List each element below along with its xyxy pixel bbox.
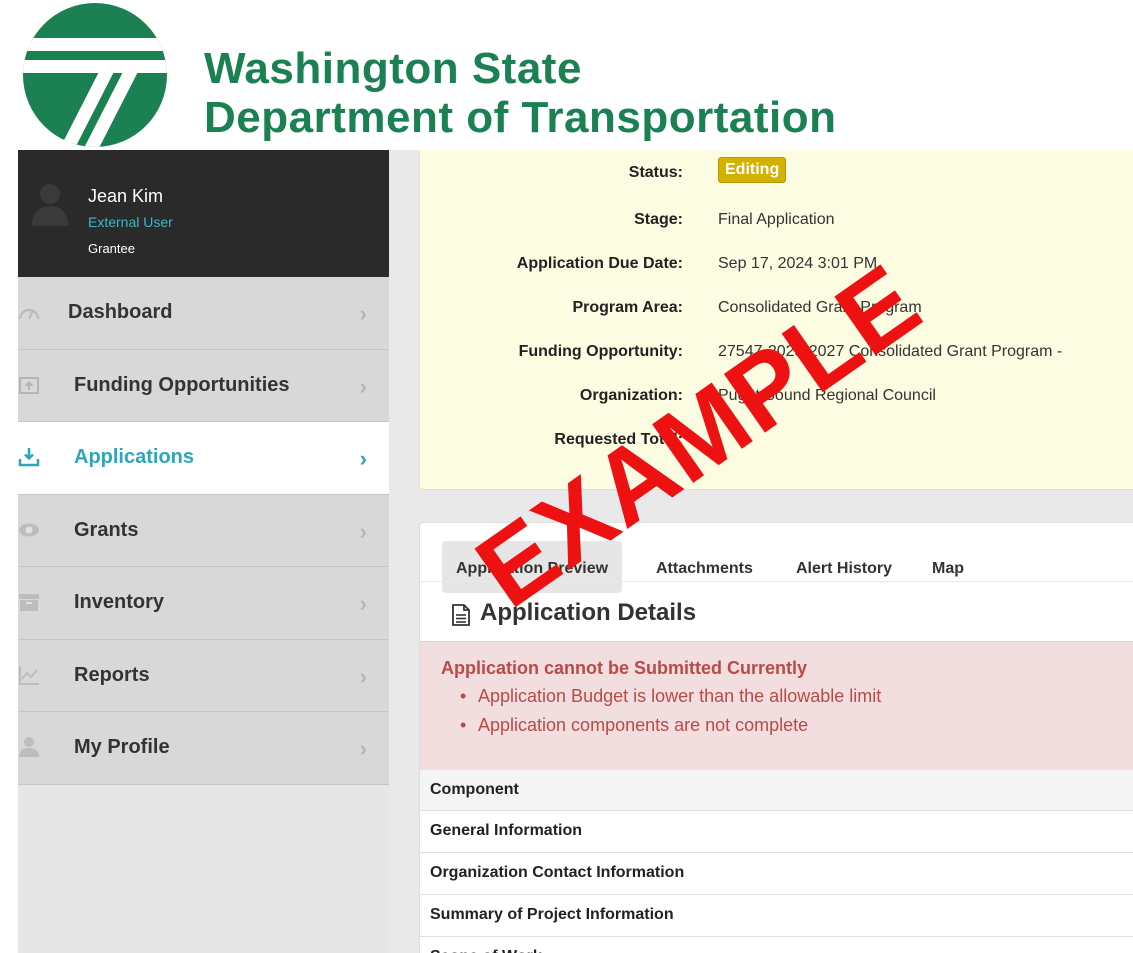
eye-icon [19, 523, 39, 536]
chevron-right-icon: › [359, 373, 367, 399]
chevron-right-icon: › [359, 518, 367, 544]
column-header-component: Component [430, 781, 519, 798]
sidebar-item-label: Reports [74, 663, 150, 686]
alert-item: Application components are not complete [460, 715, 881, 744]
table-header: Component [420, 769, 1133, 811]
download-tray-icon [18, 448, 40, 467]
user-icon [19, 737, 39, 757]
chevron-right-icon: › [359, 591, 367, 616]
table-row[interactable]: Organization Contact Information [420, 853, 1133, 895]
chevron-right-icon: › [359, 736, 367, 761]
organization-label: Organization: [579, 387, 683, 404]
user-type: Grantee [88, 241, 135, 256]
stage-label: Stage: [634, 211, 683, 228]
component-name: Summary of Project Information [430, 906, 674, 923]
alert-item: Application Budget is lower than the all… [460, 686, 881, 715]
table-row[interactable]: Scope of Work [420, 937, 1133, 953]
sidebar: Jean Kim External User Grantee Dashboard… [18, 150, 389, 953]
sidebar-nav: Dashboard › Funding Opportunities › Appl… [18, 277, 389, 785]
sidebar-item-label: Applications [74, 446, 195, 468]
funding-opportunity-label: Funding Opportunity: [518, 343, 683, 360]
sidebar-item-label: My Profile [74, 736, 170, 758]
component-table: Component General Information Organizati… [420, 769, 1133, 953]
chevron-right-icon: › [359, 446, 367, 471]
tab-map[interactable]: Map [932, 541, 964, 593]
summary-row-stage: Stage: Final Application [420, 211, 1133, 233]
table-row[interactable]: Summary of Project Information [420, 895, 1133, 937]
sidebar-item-funding-opportunities[interactable]: Funding Opportunities › [18, 349, 389, 422]
archive-icon [19, 594, 39, 611]
sidebar-item-label: Grants [74, 518, 139, 541]
user-name[interactable]: Jean Kim [88, 186, 163, 207]
sidebar-item-reports[interactable]: Reports › [18, 639, 389, 712]
site-header: Washington State Department of Transport… [0, 0, 1133, 150]
logo-title-line2: Department of Transportation [204, 93, 837, 142]
due-date-label: Application Due Date: [516, 255, 683, 272]
avatar-icon [32, 184, 68, 226]
logo-title-line1: Washington State [204, 44, 582, 93]
sidebar-item-my-profile[interactable]: My Profile › [18, 712, 389, 785]
program-area-label: Program Area: [572, 299, 683, 316]
user-role: External User [88, 214, 173, 230]
tab-attachments[interactable]: Attachments [656, 541, 753, 593]
sidebar-item-inventory[interactable]: Inventory › [18, 567, 389, 640]
tab-alert-history[interactable]: Alert History [796, 541, 892, 593]
status-badge: Editing [718, 157, 787, 183]
component-name: Organization Contact Information [430, 864, 685, 881]
status-label: Status: [628, 164, 683, 181]
chevron-right-icon: › [359, 663, 367, 689]
sidebar-item-applications[interactable]: Applications › [18, 422, 389, 495]
line-chart-icon [19, 665, 39, 685]
summary-row-due-date: Application Due Date: Sep 17, 2024 3:01 … [420, 255, 1133, 277]
sidebar-item-grants[interactable]: Grants › [18, 494, 389, 567]
alert-list: Application Budget is lower than the all… [460, 686, 881, 744]
wsdot-logo-icon [23, 3, 167, 147]
sidebar-item-label: Dashboard [68, 301, 173, 323]
sidebar-item-label: Inventory [74, 591, 165, 613]
upload-tray-icon [19, 376, 39, 394]
stage-value: Final Application [718, 211, 835, 228]
component-name: General Information [430, 822, 583, 839]
submission-alert: Application cannot be Submitted Currentl… [420, 641, 1133, 769]
chevron-right-icon: › [359, 301, 367, 326]
gauge-icon [18, 308, 40, 320]
sidebar-item-dashboard[interactable]: Dashboard › [18, 277, 389, 350]
user-panel: Jean Kim External User Grantee [18, 150, 389, 277]
alert-title: Application cannot be Submitted Currentl… [441, 658, 808, 678]
summary-row-status: Status: Editing [420, 157, 1133, 186]
document-icon [452, 604, 470, 626]
table-row[interactable]: General Information [420, 811, 1133, 853]
sidebar-item-label: Funding Opportunities [74, 373, 290, 396]
component-name: Scope of Work [420, 937, 1133, 953]
